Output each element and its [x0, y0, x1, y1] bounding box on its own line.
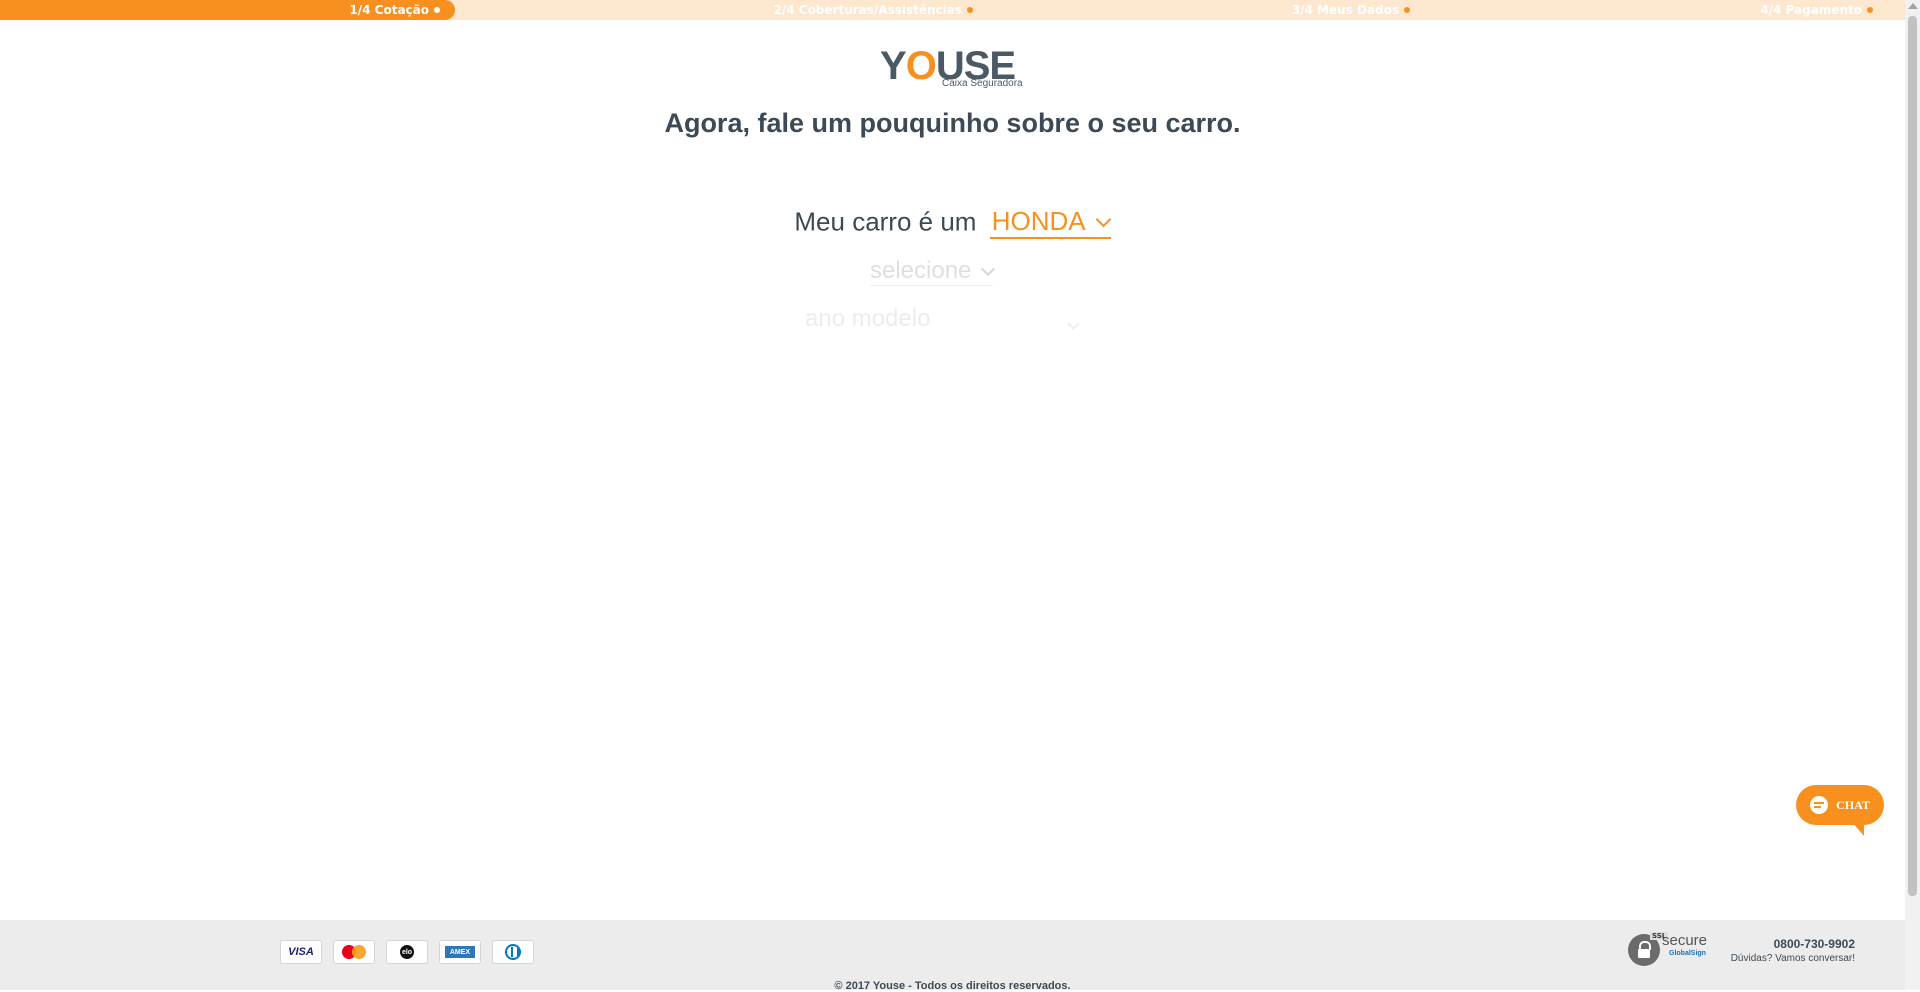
step-coberturas: 2/4 Coberturas/Assistências — [773, 2, 973, 18]
payment-cards: VISA elo AMEX — [280, 940, 534, 964]
contact-info: 0800-730-9902 Dúvidas? Vamos conversar! — [1731, 937, 1855, 964]
copyright: © 2017 Youse - Todos os direitos reserva… — [834, 980, 1071, 992]
globalsign-label: GlobalSign — [1669, 950, 1706, 957]
step-label: 2/4 Coberturas/Assistências — [773, 3, 963, 17]
youse-logo[interactable]: YOUSE Caixa Seguradora — [880, 46, 1030, 92]
amex-icon: AMEX — [439, 940, 481, 964]
step-label: 3/4 Meus Dados — [1291, 3, 1399, 17]
logo-subtitle: Caixa Seguradora — [942, 78, 1023, 89]
help-text: Dúvidas? Vamos conversar! — [1730, 953, 1855, 964]
mastercard-icon — [333, 940, 375, 964]
year-select[interactable]: ano modelo — [805, 305, 1080, 333]
step-dot-icon — [434, 7, 440, 13]
scroll-up-arrow-icon[interactable] — [1908, 3, 1918, 9]
phone-number[interactable]: 0800-730-9902 — [1731, 937, 1855, 951]
step-label: 1/4 Cotação — [349, 3, 429, 17]
year-placeholder: ano modelo — [805, 305, 931, 332]
footer: VISA elo AMEX SSL secure GlobalSign 0800… — [0, 920, 1905, 992]
diners-icon — [492, 940, 534, 964]
step-pagamento: 4/4 Pagamento — [1760, 2, 1873, 18]
chat-label: CHAT — [1836, 797, 1870, 812]
chevron-down-icon — [1095, 211, 1111, 227]
secure-word: secure — [1662, 932, 1708, 949]
ssl-secure-badge[interactable]: SSL secure GlobalSign — [1628, 932, 1716, 970]
chat-icon — [1810, 796, 1829, 814]
chevron-down-icon — [981, 261, 996, 277]
step-dot-icon — [1404, 7, 1410, 13]
car-brand-question: Meu carro é um HONDA — [0, 205, 1905, 239]
step-meus-dados: 3/4 Meus Dados — [1292, 2, 1410, 18]
visa-icon: VISA — [280, 940, 322, 964]
brand-select[interactable]: HONDA — [989, 205, 1111, 239]
step-label: 4/4 Pagamento — [1760, 3, 1862, 17]
chat-button[interactable]: CHAT — [1796, 785, 1884, 825]
scrollbar-thumb[interactable] — [1908, 16, 1917, 896]
elo-icon: elo — [386, 940, 428, 964]
step-cotacao: 1/4 Cotação — [349, 2, 440, 18]
chevron-down-icon — [1067, 317, 1080, 330]
brand-value: HONDA — [991, 205, 1086, 236]
model-placeholder: selecione — [870, 257, 972, 284]
step-dot-icon — [967, 7, 973, 13]
vertical-scrollbar[interactable] — [1905, 0, 1920, 990]
step-dot-icon — [1867, 7, 1873, 13]
page-title: Agora, fale um pouquinho sobre o seu car… — [664, 108, 1241, 138]
chat-bubble-tail — [1852, 822, 1864, 836]
progress-bar: 1/4 Cotação 2/4 Coberturas/Assistências … — [0, 0, 1905, 20]
model-select[interactable]: selecione — [870, 257, 996, 286]
car-question-prefix: Meu carro é um — [794, 206, 977, 237]
